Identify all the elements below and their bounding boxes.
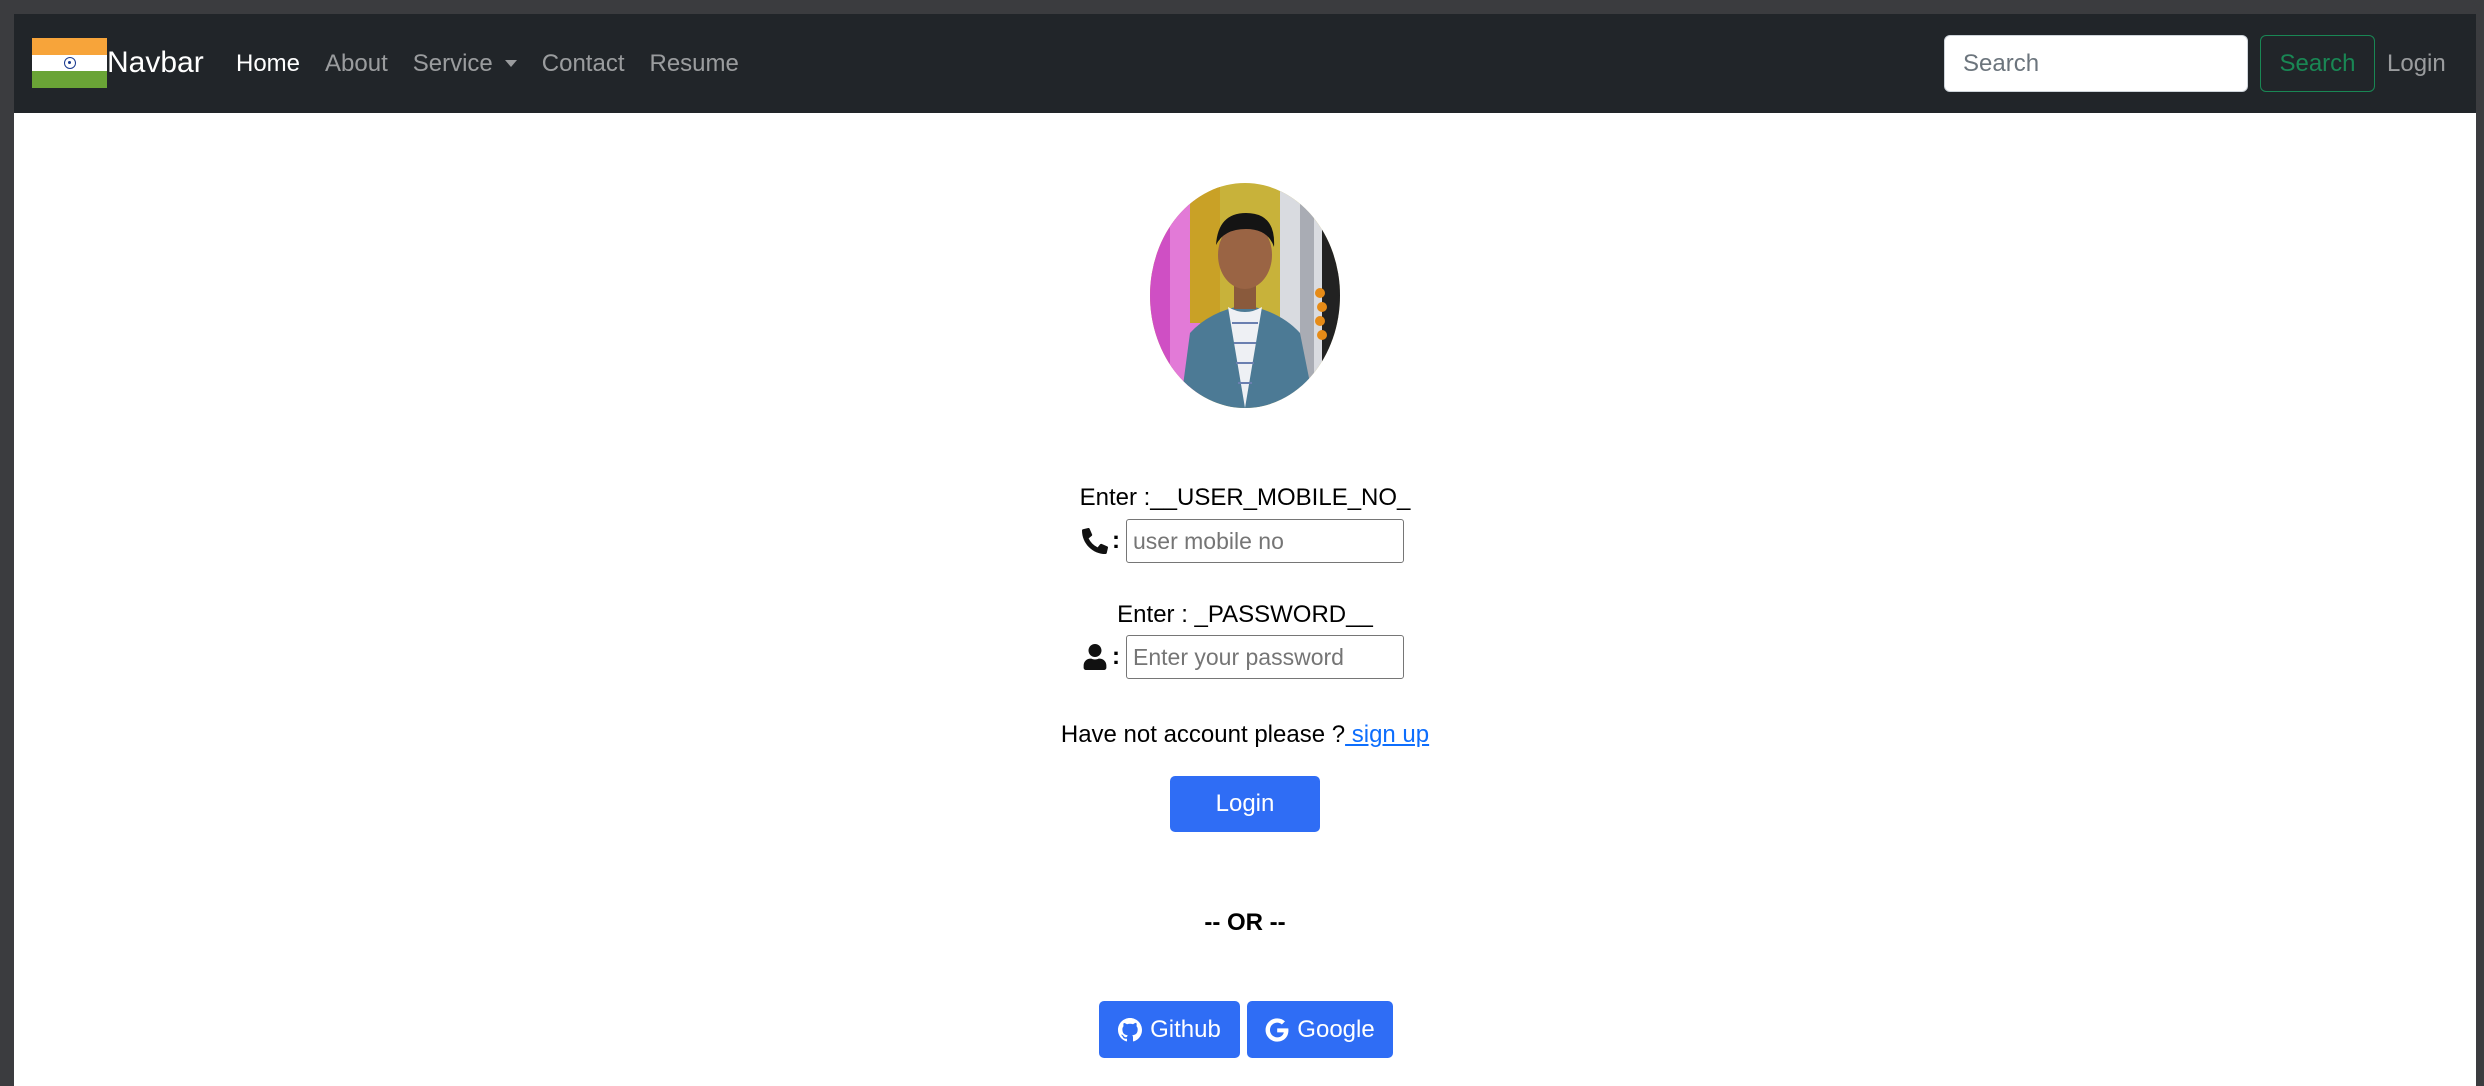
google-button-label: Google bbox=[1297, 1015, 1375, 1043]
mobile-input[interactable] bbox=[1126, 519, 1404, 563]
browser-page: Navbar Home About Service Contact Resume… bbox=[14, 14, 2476, 1086]
avatar bbox=[1150, 183, 1340, 408]
profile-photo bbox=[1150, 183, 1340, 408]
navbar: Navbar Home About Service Contact Resume… bbox=[14, 14, 2476, 113]
brand-text: Navbar bbox=[107, 46, 204, 79]
mobile-colon: : bbox=[1112, 527, 1120, 554]
user-icon bbox=[1082, 644, 1108, 670]
nav-link-about[interactable]: About bbox=[325, 50, 388, 78]
login-button[interactable]: Login bbox=[1170, 776, 1320, 832]
nav-link-contact[interactable]: Contact bbox=[542, 50, 625, 78]
github-icon bbox=[1118, 1017, 1143, 1042]
search-button[interactable]: Search bbox=[2260, 35, 2375, 92]
signup-link[interactable]: sign up bbox=[1345, 721, 1429, 748]
password-colon: : bbox=[1112, 643, 1120, 670]
mobile-prompt-label: Enter :__USER_MOBILE_NO_ bbox=[1079, 484, 1411, 511]
google-button[interactable]: Google bbox=[1247, 1001, 1393, 1058]
nav-dropdown-label: Service bbox=[412, 49, 493, 77]
mobile-field-row: : bbox=[1082, 519, 1404, 563]
nav-link-home[interactable]: Home bbox=[236, 50, 300, 78]
signup-prompt: Have not account please ? sign up bbox=[14, 721, 2476, 749]
github-button-label: Github bbox=[1150, 1015, 1221, 1043]
nav-link-login[interactable]: Login bbox=[2387, 14, 2446, 113]
search-input[interactable] bbox=[1944, 35, 2248, 92]
nav-dropdown-service[interactable]: Service bbox=[413, 50, 517, 78]
navbar-brand[interactable]: Navbar bbox=[32, 38, 204, 88]
chevron-down-icon bbox=[504, 60, 517, 67]
or-divider: -- OR -- bbox=[1204, 909, 1286, 936]
google-icon bbox=[1265, 1017, 1289, 1042]
nav-link-resume[interactable]: Resume bbox=[650, 50, 739, 78]
signup-text: Have not account please ? bbox=[1060, 721, 1346, 748]
github-button[interactable]: Github bbox=[1099, 1001, 1240, 1058]
password-field-row: : bbox=[1082, 635, 1404, 679]
phone-icon bbox=[1082, 528, 1108, 554]
india-flag-icon bbox=[32, 38, 107, 88]
password-input[interactable] bbox=[1126, 635, 1404, 679]
password-prompt-label: Enter : _PASSWORD__ bbox=[1117, 601, 1373, 628]
nav-links: Home About Service Contact Resume bbox=[236, 14, 764, 113]
